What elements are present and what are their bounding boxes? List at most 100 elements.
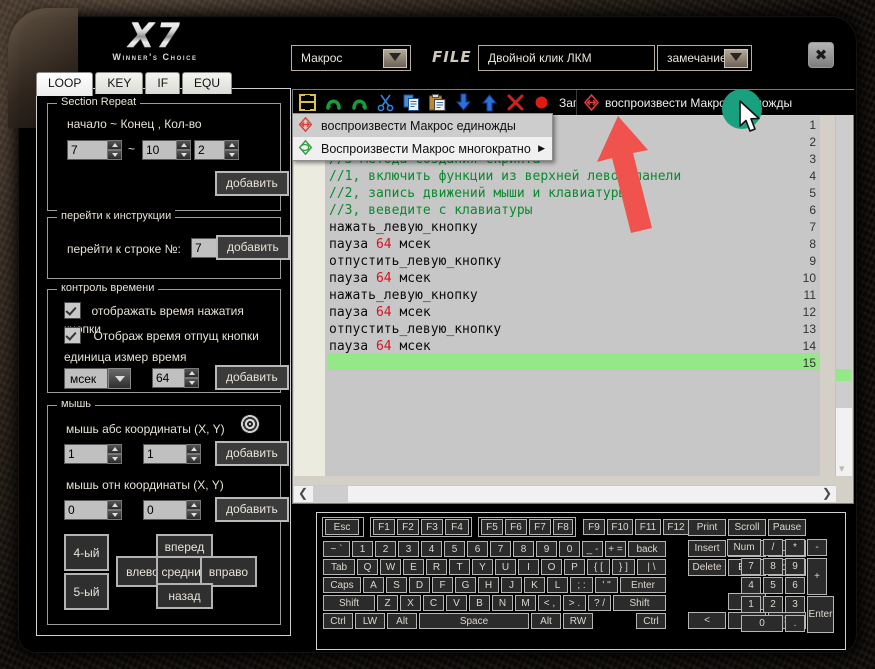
- mouse-rel-x-stepper[interactable]: 0: [64, 500, 122, 520]
- key-k[interactable]: K: [524, 577, 545, 593]
- key-bracket-left[interactable]: { [: [587, 559, 610, 575]
- key-numpad-5[interactable]: 5: [763, 577, 783, 594]
- end-up-arrow-icon[interactable]: [176, 140, 191, 150]
- mouse-abs-x-stepper[interactable]: 1: [64, 444, 122, 464]
- key-f4[interactable]: F4: [445, 519, 469, 535]
- key-slash[interactable]: ? /: [588, 595, 611, 611]
- key-caps[interactable]: Caps: [323, 577, 361, 593]
- redo-icon[interactable]: [350, 93, 369, 112]
- key-semicolon[interactable]: ; :: [570, 577, 593, 593]
- play-macro-dropdown-button[interactable]: воспроизвести Макрос единожды: [576, 90, 854, 115]
- undo-icon[interactable]: [324, 93, 343, 112]
- key-equals[interactable]: + =: [605, 541, 626, 557]
- key-pause[interactable]: Pause: [768, 519, 806, 536]
- tab-loop[interactable]: LOOP: [36, 72, 94, 96]
- key-l[interactable]: L: [547, 577, 568, 593]
- key-8[interactable]: 8: [513, 541, 534, 557]
- mouse-rel-y-stepper[interactable]: 0: [143, 500, 201, 520]
- comment-select[interactable]: замечание: [657, 45, 752, 71]
- key-minus[interactable]: _ -: [582, 541, 603, 557]
- key-j[interactable]: J: [501, 577, 522, 593]
- key-f8[interactable]: F8: [553, 519, 573, 535]
- show-press-time-checkbox[interactable]: [64, 302, 81, 320]
- key-numpad-9[interactable]: 9: [785, 558, 805, 575]
- key-4[interactable]: 4: [421, 541, 442, 557]
- key-2[interactable]: 2: [375, 541, 396, 557]
- file-name-field[interactable]: Двойной клик ЛКМ: [478, 45, 655, 71]
- unit-select-value[interactable]: мсек: [64, 368, 108, 389]
- key-alt-left[interactable]: Alt: [387, 613, 417, 629]
- macro-type-select[interactable]: Макрос: [291, 45, 411, 71]
- key-backspace[interactable]: back: [628, 541, 666, 557]
- key-6[interactable]: 6: [467, 541, 488, 557]
- count-down-arrow-icon[interactable]: [224, 150, 239, 160]
- key-numpad-decimal[interactable]: .: [785, 615, 805, 632]
- key-print[interactable]: Print: [688, 519, 726, 536]
- key-s[interactable]: S: [386, 577, 407, 593]
- rel-x-arrows[interactable]: [107, 500, 122, 520]
- mouse-button-back[interactable]: назад: [156, 583, 213, 609]
- key-u[interactable]: U: [495, 559, 516, 575]
- start-up-arrow-icon[interactable]: [107, 140, 122, 150]
- key-7[interactable]: 7: [490, 541, 511, 557]
- mouse-abs-y-input[interactable]: 1: [143, 444, 186, 464]
- key-numpad-0[interactable]: 0: [741, 615, 783, 632]
- rel-y-arrows[interactable]: [186, 500, 201, 520]
- key-m[interactable]: M: [515, 595, 536, 611]
- mouse-button-5[interactable]: 5-ый: [64, 573, 109, 610]
- abs-x-arrows[interactable]: [107, 444, 122, 464]
- start-down-arrow-icon[interactable]: [107, 150, 122, 160]
- goto-add-button[interactable]: добавить: [216, 235, 290, 260]
- end-down-arrow-icon[interactable]: [176, 150, 191, 160]
- start-stepper-arrows[interactable]: [107, 140, 122, 160]
- time-value-stepper[interactable]: 64: [152, 368, 199, 388]
- key-shift-left[interactable]: Shift: [323, 595, 375, 611]
- key-9[interactable]: 9: [536, 541, 557, 557]
- key-numpad-plus[interactable]: +: [807, 558, 827, 595]
- paste-icon[interactable]: [428, 93, 447, 112]
- end-stepper-arrows[interactable]: [176, 140, 191, 160]
- count-stepper-arrows[interactable]: [224, 140, 239, 160]
- mouse-rel-x-input[interactable]: 0: [64, 500, 107, 520]
- section-repeat-start-stepper[interactable]: 7: [67, 140, 122, 160]
- key-3[interactable]: 3: [398, 541, 419, 557]
- scroll-down-chevron-icon[interactable]: ▾: [839, 462, 845, 475]
- key-win-right[interactable]: RW: [563, 613, 593, 629]
- key-0[interactable]: 0: [559, 541, 580, 557]
- tab-if[interactable]: IF: [145, 72, 181, 94]
- copy-icon[interactable]: [402, 93, 421, 112]
- abs-x-down-arrow-icon[interactable]: [107, 454, 122, 464]
- key-f6[interactable]: F6: [505, 519, 527, 535]
- key-1[interactable]: 1: [352, 541, 373, 557]
- key-space[interactable]: Space: [419, 613, 529, 629]
- comment-chevron-down-icon[interactable]: [724, 48, 748, 68]
- count-up-arrow-icon[interactable]: [224, 140, 239, 150]
- section-repeat-count-input[interactable]: 2: [194, 140, 224, 160]
- key-scroll[interactable]: Scroll: [728, 519, 766, 536]
- section-repeat-end-input[interactable]: 10: [142, 140, 176, 160]
- mouse-abs-x-input[interactable]: 1: [64, 444, 107, 464]
- key-numpad-multiply[interactable]: *: [785, 539, 805, 556]
- unit-chevron-down-icon[interactable]: [108, 368, 131, 389]
- rel-y-up-arrow-icon[interactable]: [186, 500, 201, 510]
- key-v[interactable]: V: [446, 595, 467, 611]
- unit-select[interactable]: мсек: [64, 368, 131, 389]
- key-win-left[interactable]: LW: [355, 613, 385, 629]
- key-numpad-enter[interactable]: Enter: [807, 596, 834, 633]
- key-delete[interactable]: Delete: [688, 559, 726, 576]
- key-tab[interactable]: Tab: [323, 559, 355, 575]
- key-z[interactable]: Z: [377, 595, 398, 611]
- key-f9[interactable]: F9: [583, 519, 605, 535]
- record-icon[interactable]: [532, 93, 551, 112]
- key-numpad-minus[interactable]: -: [807, 539, 827, 556]
- rel-x-up-arrow-icon[interactable]: [107, 500, 122, 510]
- key-tilde[interactable]: ~ `: [323, 541, 350, 557]
- key-i[interactable]: I: [518, 559, 539, 575]
- key-f11[interactable]: F11: [635, 519, 661, 535]
- time-down-arrow-icon[interactable]: [184, 378, 199, 388]
- key-enter[interactable]: Enter: [620, 577, 666, 593]
- time-up-arrow-icon[interactable]: [184, 368, 199, 378]
- key-ctrl-left[interactable]: Ctrl: [323, 613, 353, 629]
- mouse-button-4[interactable]: 4-ый: [64, 534, 109, 571]
- import-icon[interactable]: [454, 93, 473, 112]
